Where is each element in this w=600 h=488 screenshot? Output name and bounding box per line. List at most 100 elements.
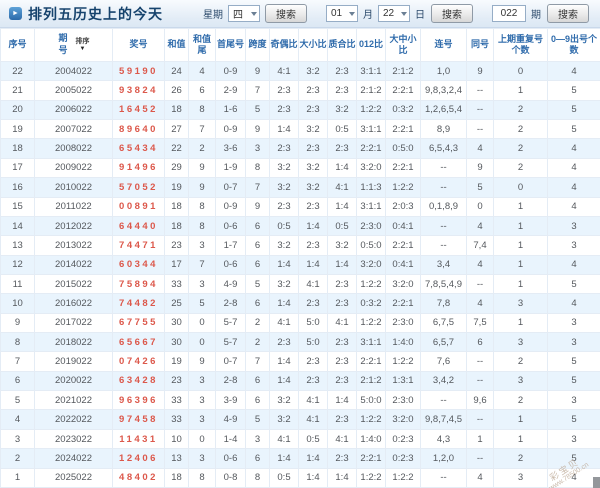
cell-prime-composite-ratio: 1:4 — [327, 196, 357, 217]
cell-big-mid-small-ratio: 0:3:2 — [385, 99, 421, 121]
issue-search-button[interactable]: 搜索 — [547, 4, 589, 23]
cell-digit-count: 4 — [547, 157, 600, 179]
cell-seq: 17 — [0, 157, 35, 179]
cell-span: 6 — [245, 370, 270, 392]
month-select[interactable]: 01 — [326, 5, 358, 22]
cell-big-mid-small-ratio: 2:2:1 — [385, 293, 421, 314]
cell-big-mid-small-ratio: 0:5:0 — [385, 138, 421, 159]
table-row: 9 2017022 67755 30 0 5-7 2 4:1 5:0 4:1 1:2:2 2:3:0 6… — [0, 312, 600, 334]
month-select-value: 01 — [331, 8, 343, 19]
cell-first-last: 5-7 — [215, 312, 246, 334]
table-row: 2 2024022 12406 13 3 0-6 6 1:4 1:4 2:3 2:2:1 0:2:3 1… — [0, 448, 600, 469]
resize-corner-icon — [593, 477, 600, 488]
cell-seq: 5 — [0, 390, 35, 411]
cell-consecutive: 3,4,2 — [420, 370, 467, 392]
sort-control[interactable]: 排序 ▼ — [76, 38, 90, 52]
cell-first-last: 0-6 — [215, 215, 246, 237]
col-header-big-mid-small-ratio: 大中小比 — [385, 28, 421, 62]
cell-big-small-ratio: 2:3 — [298, 196, 328, 217]
cell-sum: 26 — [164, 80, 189, 101]
cell-prev-repeat-count: 0 — [493, 60, 548, 82]
table-row: 8 2018022 65667 30 0 5-7 2 2:3 5:0 2:3 3:1:1 1:4:0 6… — [0, 332, 600, 353]
cell-span: 3 — [245, 428, 270, 450]
cell-prev-repeat-count: 2 — [493, 390, 548, 411]
table-header-row: 序号 期号 排序 ▼ 奖号 和值 和值尾 首尾号 跨度 奇偶比 大小比 质合比 012比 大中小比 连号 同号… — [0, 28, 600, 62]
col-header-span: 跨度 — [245, 28, 270, 62]
cell-sum: 18 — [164, 99, 189, 121]
cell-same: 4 — [466, 138, 494, 159]
cell-big-mid-small-ratio: 3:2:0 — [385, 409, 421, 430]
cell-digit-count: 4 — [547, 60, 600, 82]
cell-consecutive: 6,5,4,3 — [420, 138, 467, 159]
cell-prev-repeat-count: 2 — [493, 99, 548, 121]
cell-digit-count: 5 — [547, 273, 600, 295]
cell-first-last: 4-9 — [215, 409, 246, 430]
day-select[interactable]: 22 — [378, 5, 410, 22]
cell-prev-repeat-count: 1 — [493, 428, 548, 450]
col-header-prev-repeat-count: 上期重复号个数 — [493, 28, 548, 62]
cell-big-mid-small-ratio: 2:2:1 — [385, 157, 421, 179]
cell-same: 9 — [466, 157, 494, 179]
cell-prime-composite-ratio: 2:3 — [327, 409, 357, 430]
cell-seq: 7 — [0, 351, 35, 372]
cell-big-mid-small-ratio: 1:3:1 — [385, 370, 421, 392]
cell-same: 9 — [466, 60, 494, 82]
cell-consecutive: 8,9 — [420, 119, 467, 140]
cell-prime-composite-ratio: 4:1 — [327, 177, 357, 198]
cell-sum-tail: 9 — [188, 177, 216, 198]
cell-seq: 10 — [0, 293, 35, 314]
history-table: 序号 期号 排序 ▼ 奖号 和值 和值尾 首尾号 跨度 奇偶比 大小比 质合比 012比 大中小比 连号 同号… — [0, 28, 600, 488]
cell-big-small-ratio: 2:3 — [298, 370, 328, 392]
cell-first-last: 3-9 — [215, 390, 246, 411]
chevron-down-icon — [349, 11, 355, 16]
cell-issue: 2023022 — [34, 428, 113, 450]
cell-prev-repeat-count: 1 — [493, 235, 548, 256]
cell-seq: 18 — [0, 138, 35, 159]
week-select[interactable]: 四 — [228, 5, 260, 22]
cell-big-mid-small-ratio: 0:4:1 — [385, 215, 421, 237]
cell-prev-repeat-count: 1 — [493, 196, 548, 217]
col-header-number: 奖号 — [112, 28, 165, 62]
cell-digit-count: 4 — [547, 177, 600, 198]
cell-digit-count: 4 — [547, 254, 600, 275]
cell-span: 6 — [245, 235, 270, 256]
date-search-button[interactable]: 搜索 — [431, 4, 473, 23]
cell-zero12-ratio: 0:3:2 — [356, 293, 386, 314]
table-row: 3 2023022 11431 10 0 1-4 3 4:1 0:5 4:1 1:4:0 0:2:3 4… — [0, 428, 600, 450]
cell-digit-count: 5 — [547, 351, 600, 372]
cell-big-small-ratio: 1:4 — [298, 215, 328, 237]
cell-same: -- — [466, 370, 494, 392]
cell-sum-tail: 7 — [188, 119, 216, 140]
cell-odd-even-ratio: 1:4 — [269, 293, 299, 314]
cell-big-mid-small-ratio: 2:3:0 — [385, 390, 421, 411]
cell-number: 12406 — [112, 448, 165, 469]
cell-sum-tail: 0 — [188, 312, 216, 334]
table-body: 22 2004022 59190 24 4 0-9 9 4:1 3:2 2:3 3:1:1 2:1:2… — [0, 60, 600, 488]
table-row: 16 2010022 57052 19 9 0-7 7 3:2 3:2 4:1 1:1:3 1:2:2… — [0, 177, 600, 198]
cell-sum: 29 — [164, 157, 189, 179]
sort-arrow-icon: ▼ — [79, 46, 86, 52]
cell-sum: 27 — [164, 119, 189, 140]
cell-odd-even-ratio: 1:4 — [269, 370, 299, 392]
cell-number: 00891 — [112, 196, 165, 217]
cell-sum: 17 — [164, 254, 189, 275]
cell-prime-composite-ratio: 2:3 — [327, 273, 357, 295]
cell-span: 9 — [245, 119, 270, 140]
table-row: 21 2005022 93824 26 6 2-9 7 2:3 2:3 2:3 2:1:2 2:2:1… — [0, 80, 600, 101]
cell-sum-tail: 5 — [188, 293, 216, 314]
cell-prev-repeat-count: 3 — [493, 332, 548, 353]
cell-seq: 9 — [0, 312, 35, 334]
cell-first-last: 1-7 — [215, 235, 246, 256]
cell-prime-composite-ratio: 2:3 — [327, 293, 357, 314]
week-search-button[interactable]: 搜索 — [265, 4, 307, 23]
cell-zero12-ratio: 1:4:0 — [356, 428, 386, 450]
cell-consecutive: 0,1,8,9 — [420, 196, 467, 217]
cell-zero12-ratio: 3:1:1 — [356, 119, 386, 140]
cell-odd-even-ratio: 3:2 — [269, 235, 299, 256]
issue-input[interactable] — [492, 5, 526, 22]
cell-same: -- — [466, 409, 494, 430]
cell-prime-composite-ratio: 2:3 — [327, 332, 357, 353]
cell-sum-tail: 6 — [188, 80, 216, 101]
cell-span: 9 — [245, 60, 270, 82]
cell-first-last: 0-8 — [215, 467, 246, 488]
